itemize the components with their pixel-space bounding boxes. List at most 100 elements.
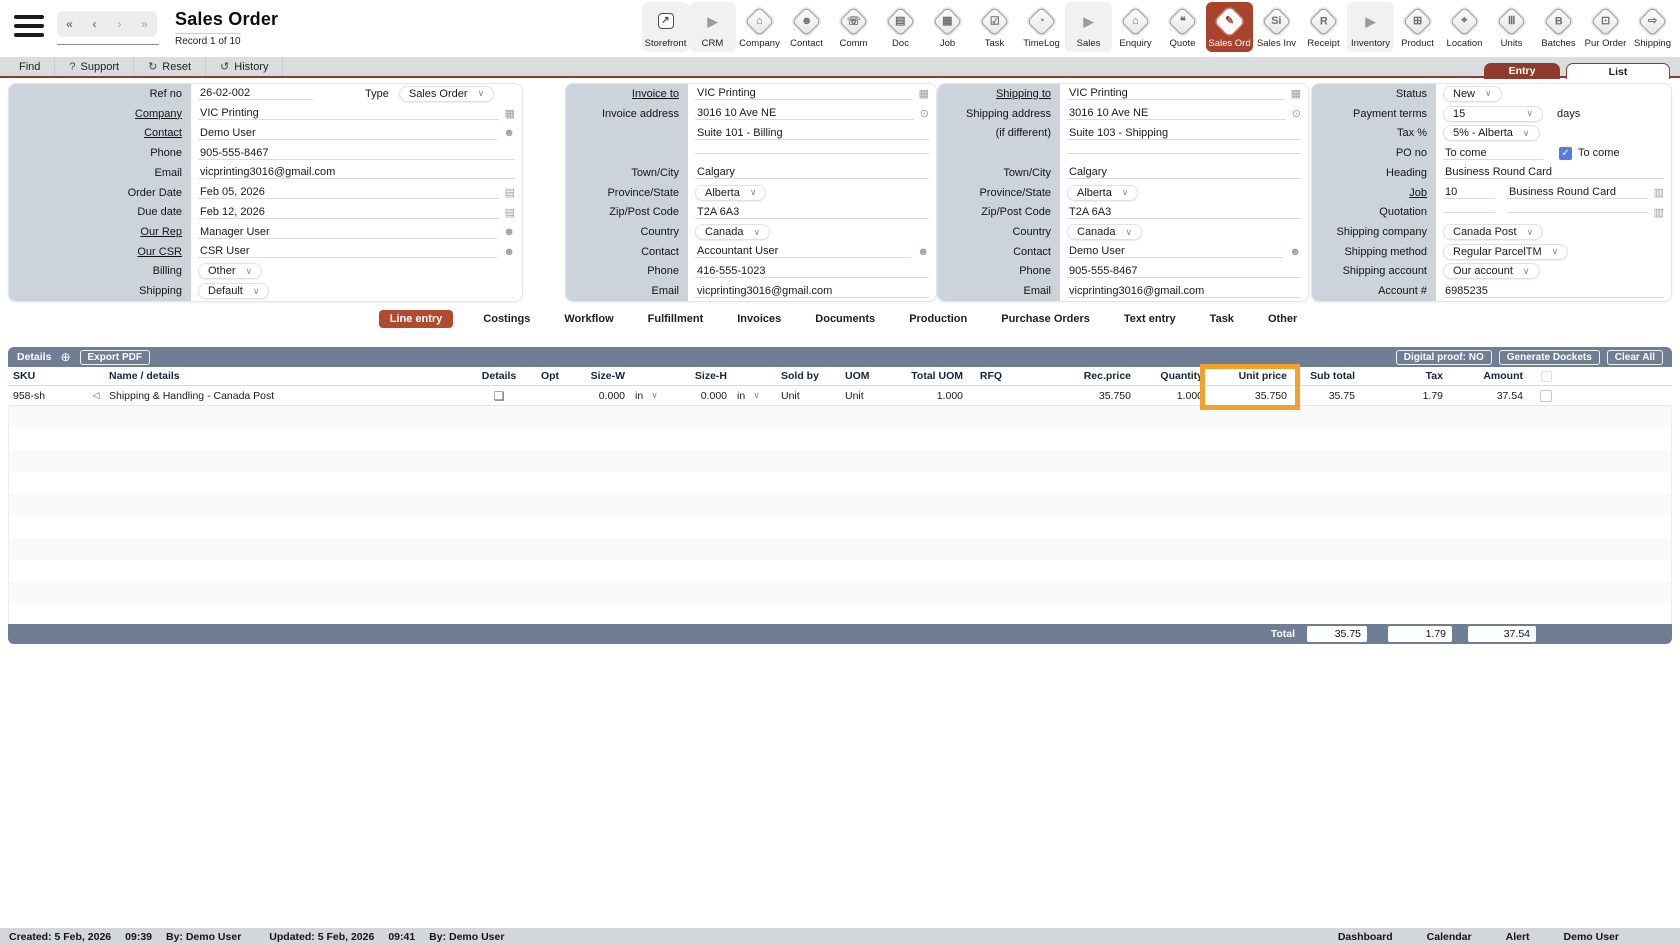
location-icon[interactable]: ⊙: [1286, 107, 1301, 120]
footer-link[interactable]: Calendar: [1427, 931, 1472, 943]
toolbar-item[interactable]: ⌂ Enquiry: [1112, 2, 1159, 52]
shipping-method-select[interactable]: Regular ParcelTM ∨: [1443, 243, 1569, 260]
size-h-unit-select[interactable]: in ∨: [732, 390, 776, 402]
section-tab[interactable]: Task: [1206, 310, 1238, 328]
phone-input[interactable]: 905-555-8467: [198, 147, 515, 160]
building-icon[interactable]: ▦: [1285, 87, 1301, 100]
billing-select[interactable]: Other ∨: [198, 263, 263, 280]
company-input[interactable]: VIC Printing: [198, 107, 499, 121]
line-details-icon[interactable]: ❏: [470, 389, 528, 403]
heading-input[interactable]: Business Round Card: [1443, 166, 1664, 180]
calendar-icon[interactable]: ▤: [499, 186, 515, 199]
section-tab[interactable]: Costings: [479, 310, 534, 328]
footer-link[interactable]: Alert: [1506, 931, 1530, 943]
action-bar-item[interactable]: ↺ History: [206, 57, 284, 76]
quotation-lookup-icon[interactable]: ▥: [1648, 206, 1664, 219]
footer-link[interactable]: Demo User: [1564, 931, 1619, 943]
toolbar-item[interactable]: ☑ Task: [971, 2, 1018, 52]
toolbar-item[interactable]: Si Sales Inv: [1253, 2, 1300, 52]
section-tab[interactable]: Production: [905, 310, 971, 328]
shipping-province-select[interactable]: Alberta ∨: [1067, 184, 1139, 201]
invoice-address3-input[interactable]: [695, 152, 929, 154]
toolbar-item[interactable]: R Receipt: [1300, 2, 1347, 52]
toolbar-item[interactable]: ▦ Job: [924, 2, 971, 52]
due-date-input[interactable]: Feb 12, 2026: [198, 206, 499, 219]
tab-list[interactable]: List: [1566, 62, 1670, 79]
toolbar-item[interactable]: ▤ Doc: [877, 2, 924, 52]
shipping-account-select[interactable]: Our account ∨: [1443, 263, 1540, 280]
shipping-address2-input[interactable]: Suite 103 - Shipping: [1067, 127, 1301, 140]
shipping-address3-input[interactable]: [1067, 152, 1301, 154]
our-csr-input[interactable]: CSR User: [198, 245, 498, 259]
section-tab[interactable]: Workflow: [560, 310, 617, 328]
cell-unit-price[interactable]: 35.750: [1208, 390, 1292, 402]
invoice-province-select[interactable]: Alberta ∨: [695, 184, 767, 201]
invoice-zip-input[interactable]: T2A 6A3: [695, 206, 929, 219]
toolbar-item[interactable]: ☏ Comm: [830, 2, 877, 52]
last-record-button[interactable]: »: [132, 11, 157, 37]
our-rep-link[interactable]: Our Rep: [9, 222, 191, 242]
person-icon[interactable]: ☻: [911, 246, 929, 258]
order-date-input[interactable]: Feb 05, 2026: [198, 186, 499, 200]
collapse-icon[interactable]: ◁: [88, 390, 104, 401]
contact-link[interactable]: Contact: [9, 123, 191, 144]
toolbar-item[interactable]: ◔ TimeLog: [1018, 2, 1065, 52]
shipping-to-link[interactable]: Shipping to: [938, 84, 1060, 104]
company-link[interactable]: Company: [9, 103, 191, 124]
toolbar-item[interactable]: ⊡ Pur Order: [1582, 2, 1629, 52]
toolbar-item[interactable]: Ⅲ Units: [1488, 2, 1535, 52]
building-icon[interactable]: ▦: [913, 87, 929, 100]
toolbar-item[interactable]: ⌖ Location: [1441, 2, 1488, 52]
email-input[interactable]: vicprinting3016@gmail.com: [198, 166, 515, 180]
toolbar-item[interactable]: ❝ Quote: [1159, 2, 1206, 52]
section-tab[interactable]: Other: [1264, 310, 1301, 328]
cell-sold-by[interactable]: Unit: [776, 390, 840, 402]
invoice-country-select[interactable]: Canada ∨: [695, 224, 771, 240]
toolbar-item[interactable]: ⌂ Company: [736, 2, 783, 52]
toolbar-item[interactable]: ↗ Storefront: [642, 2, 689, 52]
toolbar-item[interactable]: ⇨ Shipping: [1629, 2, 1676, 52]
next-record-button[interactable]: ›: [107, 11, 132, 37]
first-record-button[interactable]: «: [57, 11, 82, 37]
tab-entry[interactable]: Entry: [1484, 62, 1560, 79]
shipping-town-input[interactable]: Calgary: [1067, 166, 1301, 180]
shipping-email-input[interactable]: vicprinting3016@gmail.com: [1067, 285, 1301, 298]
person-icon[interactable]: ☻: [497, 246, 515, 258]
toolbar-item[interactable]: ☻ Contact: [783, 2, 830, 52]
type-select[interactable]: Sales Order ∨: [398, 85, 495, 102]
toolbar-item[interactable]: B Batches: [1535, 2, 1582, 52]
job-lookup-icon[interactable]: ▥: [1648, 186, 1664, 199]
our-csr-link[interactable]: Our CSR: [9, 241, 191, 262]
tax-select[interactable]: 5% - Alberta ∨: [1443, 125, 1540, 142]
invoice-email-input[interactable]: vicprinting3016@gmail.com: [695, 285, 929, 298]
contact-input[interactable]: Demo User: [198, 127, 498, 140]
footer-link[interactable]: Dashboard: [1338, 931, 1393, 943]
toolbar-item[interactable]: ✎ Sales Ord: [1206, 2, 1253, 52]
shipping-zip-input[interactable]: T2A 6A3: [1067, 206, 1301, 219]
job-name-input[interactable]: Business Round Card: [1507, 186, 1648, 200]
select-all-checkbox[interactable]: [1540, 370, 1552, 382]
cell-size-w[interactable]: 0.000: [572, 390, 630, 402]
shipping-select[interactable]: Default ∨: [198, 283, 270, 300]
quotation-name-input[interactable]: [1507, 211, 1648, 213]
calendar-icon[interactable]: ▤: [499, 206, 515, 219]
location-icon[interactable]: ⊙: [914, 107, 929, 120]
action-bar-item[interactable]: ? Support: [55, 57, 135, 76]
shipping-country-select[interactable]: Canada ∨: [1067, 224, 1143, 240]
cell-quantity[interactable]: 1.000: [1136, 390, 1208, 402]
toolbar-item[interactable]: ⊞ Product: [1394, 2, 1441, 52]
action-bar-item[interactable]: Find: [0, 57, 56, 76]
section-tab[interactable]: Line entry: [378, 310, 454, 328]
add-line-icon[interactable]: ⊕: [60, 350, 70, 364]
cell-size-h[interactable]: 0.000: [674, 390, 732, 402]
account-number-input[interactable]: 6985235: [1443, 285, 1664, 298]
action-bar-item[interactable]: ↻ Reset: [134, 57, 207, 76]
digital-proof-button[interactable]: Digital proof: NO: [1395, 349, 1492, 365]
person-icon[interactable]: ☻: [497, 226, 515, 238]
person-icon[interactable]: ☻: [497, 127, 515, 139]
company-lookup-icon[interactable]: ▦: [499, 107, 515, 120]
shipping-to-input[interactable]: VIC Printing: [1067, 87, 1285, 101]
quotation-number-input[interactable]: [1443, 211, 1495, 213]
cell-uom[interactable]: Unit: [840, 390, 914, 402]
cell-name[interactable]: Shipping & Handling - Canada Post: [104, 390, 470, 402]
